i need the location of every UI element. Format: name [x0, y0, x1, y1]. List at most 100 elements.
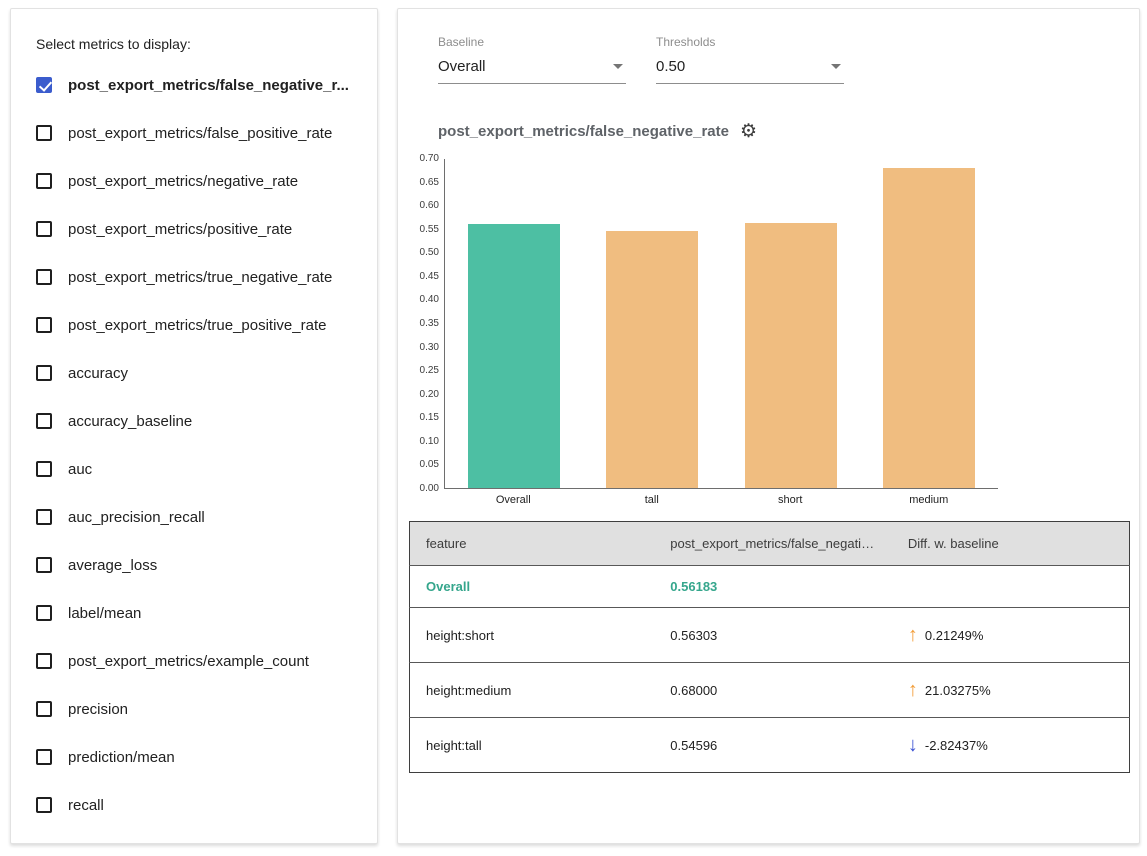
metrics-table: featurepost_export_metrics/false_negativ… [409, 521, 1130, 773]
checkbox-checked-icon[interactable] [36, 77, 52, 93]
metric-checkbox-item-7[interactable]: accuracy_baseline [11, 397, 377, 445]
down-arrow-icon: ↓ [908, 735, 918, 755]
checkbox-unchecked-icon[interactable] [36, 317, 52, 333]
checkbox-unchecked-icon[interactable] [36, 509, 52, 525]
metrics-checkbox-list: post_export_metrics/false_negative_r...p… [11, 61, 377, 829]
checkbox-unchecked-icon[interactable] [36, 653, 52, 669]
checkbox-unchecked-icon[interactable] [36, 269, 52, 285]
up-arrow-icon: ↑ [908, 680, 918, 700]
y-axis-tick-label: 0.45 [420, 272, 439, 282]
metric-item-label: label/mean [68, 605, 141, 622]
table-header-cell-1: post_export_metrics/false_negative_rat..… [654, 522, 892, 566]
checkbox-unchecked-icon[interactable] [36, 557, 52, 573]
metric-item-label: auc_precision_recall [68, 509, 205, 526]
metric-checkbox-item-6[interactable]: accuracy [11, 349, 377, 397]
chevron-down-icon [613, 64, 623, 69]
metric-item-label: post_export_metrics/true_negative_rate [68, 269, 332, 286]
y-axis-tick-label: 0.25 [420, 366, 439, 376]
diff-percentage: 0.21249% [925, 628, 984, 643]
checkbox-unchecked-icon[interactable] [36, 221, 52, 237]
metric-item-label: prediction/mean [68, 749, 175, 766]
checkbox-unchecked-icon[interactable] [36, 749, 52, 765]
baseline-control: Baseline Overall [438, 35, 626, 84]
metric-checkbox-item-12[interactable]: post_export_metrics/example_count [11, 637, 377, 685]
checkbox-unchecked-icon[interactable] [36, 125, 52, 141]
diff-cell: ↑21.03275% [892, 663, 1130, 718]
chart-bar-overall[interactable] [468, 224, 560, 488]
metric-selector-panel: Select metrics to display: post_export_m… [10, 8, 378, 844]
metric-item-label: post_export_metrics/true_positive_rate [68, 317, 326, 334]
y-axis-tick-label: 0.20 [420, 390, 439, 400]
x-axis-category-label: medium [860, 494, 999, 506]
y-axis-tick-label: 0.00 [420, 484, 439, 494]
chart-bar-short[interactable] [745, 223, 837, 488]
chart-bar-medium[interactable] [883, 168, 975, 488]
table-row-overall: Overall0.56183 [410, 566, 1130, 608]
x-axis-labels: Overalltallshortmedium [444, 494, 998, 506]
feature-cell: height:medium [410, 663, 655, 718]
bar-chart: 0.000.050.100.150.200.250.300.350.400.45… [408, 159, 1139, 506]
y-axis-tick-label: 0.70 [420, 154, 439, 164]
thresholds-label: Thresholds [656, 35, 844, 49]
up-arrow-icon: ↑ [908, 625, 918, 645]
checkbox-unchecked-icon[interactable] [36, 605, 52, 621]
diff-cell: ↓ -2.82437% [892, 718, 1130, 773]
metric-item-label: post_export_metrics/negative_rate [68, 173, 298, 190]
metric-item-label: average_loss [68, 557, 157, 574]
x-axis-category-label: short [721, 494, 860, 506]
metric-checkbox-item-11[interactable]: label/mean [11, 589, 377, 637]
metric-checkbox-item-0[interactable]: post_export_metrics/false_negative_r... [11, 61, 377, 109]
checkbox-unchecked-icon[interactable] [36, 461, 52, 477]
thresholds-control: Thresholds 0.50 [656, 35, 844, 84]
thresholds-selected-value: 0.50 [656, 58, 685, 75]
metric-item-label: post_export_metrics/example_count [68, 653, 309, 670]
metric-checkbox-item-3[interactable]: post_export_metrics/positive_rate [11, 205, 377, 253]
metric-checkbox-item-14[interactable]: prediction/mean [11, 733, 377, 781]
y-axis-tick-label: 0.60 [420, 201, 439, 211]
metric-selector-title: Select metrics to display: [36, 36, 377, 52]
metric-checkbox-item-2[interactable]: post_export_metrics/negative_rate [11, 157, 377, 205]
metric-checkbox-item-8[interactable]: auc [11, 445, 377, 493]
metric-checkbox-item-13[interactable]: precision [11, 685, 377, 733]
metric-checkbox-item-5[interactable]: post_export_metrics/true_positive_rate [11, 301, 377, 349]
plot-area [444, 159, 998, 489]
x-axis-category-label: tall [583, 494, 722, 506]
metric-value-cell: 0.56183 [654, 566, 892, 608]
metric-value-cell: 0.56303 [654, 608, 892, 663]
metric-item-label: accuracy [68, 365, 128, 382]
chart-title: post_export_metrics/false_negative_rate [438, 123, 729, 140]
table-row-height-tall: height:tall0.54596 ↓ -2.82437% [410, 718, 1130, 773]
feature-cell: height:tall [410, 718, 655, 773]
metric-value-cell: 0.54596 [654, 718, 892, 773]
metric-checkbox-item-4[interactable]: post_export_metrics/true_negative_rate [11, 253, 377, 301]
y-axis-tick-label: 0.65 [420, 178, 439, 188]
checkbox-unchecked-icon[interactable] [36, 413, 52, 429]
metric-checkbox-item-9[interactable]: auc_precision_recall [11, 493, 377, 541]
table-row-height-medium: height:medium0.68000↑21.03275% [410, 663, 1130, 718]
checkbox-unchecked-icon[interactable] [36, 701, 52, 717]
x-axis-category-label: Overall [444, 494, 583, 506]
y-axis-tick-label: 0.10 [420, 437, 439, 447]
metric-value-cell: 0.68000 [654, 663, 892, 718]
baseline-label: Baseline [438, 35, 626, 49]
settings-gear-icon[interactable]: ⚙ [740, 122, 757, 141]
metric-checkbox-item-1[interactable]: post_export_metrics/false_positive_rate [11, 109, 377, 157]
checkbox-unchecked-icon[interactable] [36, 173, 52, 189]
metric-item-label: precision [68, 701, 128, 718]
table-row-height-short: height:short0.56303↑0.21249% [410, 608, 1130, 663]
checkbox-unchecked-icon[interactable] [36, 797, 52, 813]
metric-checkbox-item-10[interactable]: average_loss [11, 541, 377, 589]
metric-item-label: accuracy_baseline [68, 413, 192, 430]
baseline-select[interactable]: Overall [438, 52, 626, 84]
metric-item-label: auc [68, 461, 92, 478]
y-axis: 0.000.050.100.150.200.250.300.350.400.45… [408, 159, 444, 489]
results-panel: Baseline Overall Thresholds 0.50 post_ex… [397, 8, 1140, 844]
metric-checkbox-item-15[interactable]: recall [11, 781, 377, 829]
y-axis-tick-label: 0.15 [420, 413, 439, 423]
y-axis-tick-label: 0.30 [420, 343, 439, 353]
diff-percentage: -2.82437% [925, 738, 988, 753]
thresholds-select[interactable]: 0.50 [656, 52, 844, 84]
checkbox-unchecked-icon[interactable] [36, 365, 52, 381]
bar-slot [722, 159, 860, 488]
chart-bar-tall[interactable] [606, 231, 698, 488]
